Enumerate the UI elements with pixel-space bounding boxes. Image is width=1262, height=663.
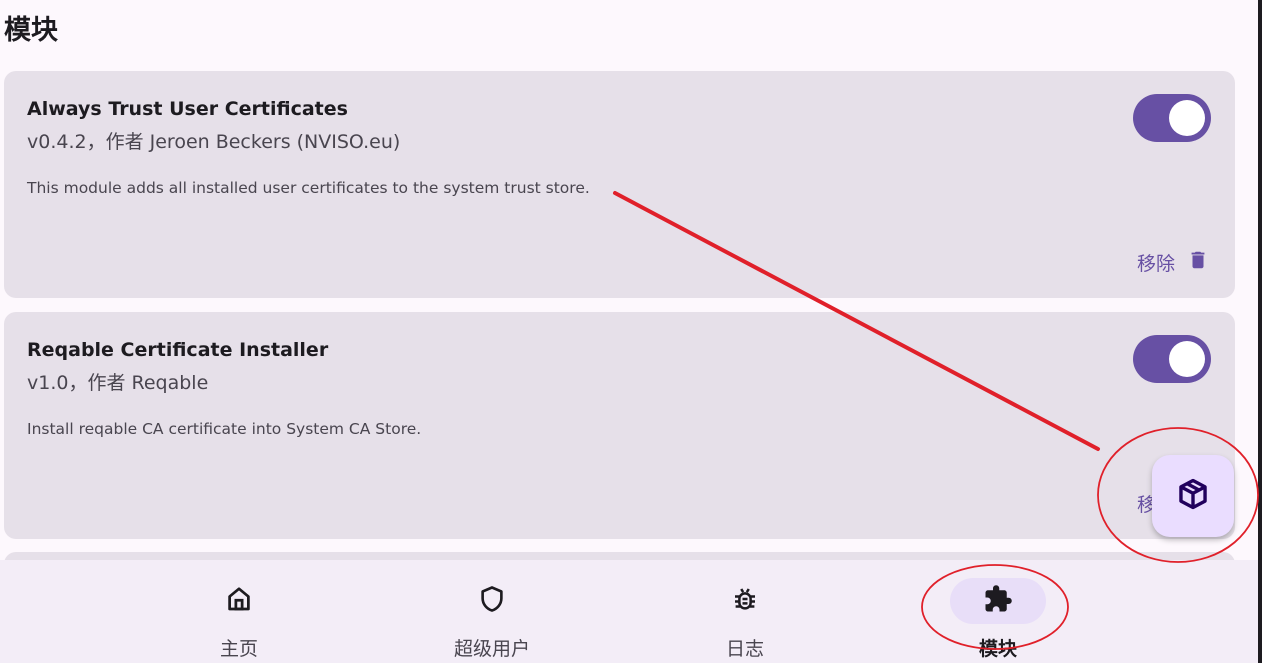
nav-icon-container	[950, 578, 1046, 624]
module-enable-toggle[interactable]	[1133, 94, 1211, 142]
remove-label: 移除	[1136, 253, 1175, 275]
module-description: Install reqable CA certificate into Syst…	[27, 420, 422, 438]
module-card: Reqable Certificate Installer v1.0，作者 Re…	[4, 312, 1235, 539]
module-name: Always Trust User Certificates	[27, 98, 348, 120]
trash-icon	[1187, 249, 1209, 276]
nav-icon-container	[444, 578, 540, 624]
module-meta: v1.0，作者 Reqable	[27, 372, 209, 394]
page-title: 模块	[4, 15, 58, 46]
nav-item-home[interactable]: 主页	[159, 560, 319, 663]
nav-label: 主页	[219, 638, 258, 660]
module-card: Always Trust User Certificates v0.4.2，作者…	[4, 71, 1235, 298]
puzzle-icon	[983, 584, 1013, 618]
nav-icon-container	[697, 578, 793, 624]
module-name: Reqable Certificate Installer	[27, 339, 329, 361]
module-description: This module adds all installed user cert…	[27, 179, 590, 197]
bug-icon	[730, 584, 760, 618]
install-module-fab[interactable]	[1152, 455, 1234, 537]
nav-label: 超级用户	[453, 638, 530, 660]
toggle-knob	[1169, 100, 1205, 136]
module-enable-toggle[interactable]	[1133, 335, 1211, 383]
cube-install-icon	[1176, 477, 1210, 515]
shield-icon	[477, 584, 507, 618]
nav-item-superuser[interactable]: 超级用户	[412, 560, 572, 663]
nav-icon-container	[191, 578, 287, 624]
nav-label: 模块	[978, 638, 1017, 660]
toggle-knob	[1169, 341, 1205, 377]
nav-label: 日志	[725, 638, 764, 660]
home-icon	[224, 584, 254, 618]
screen-edge	[1258, 0, 1262, 663]
nav-item-modules[interactable]: 模块	[918, 560, 1078, 663]
bottom-navigation: 主页 超级用户 日志 模块	[0, 560, 1258, 663]
remove-button[interactable]: 移除	[1137, 249, 1209, 276]
module-meta: v0.4.2，作者 Jeroen Beckers (NVISO.eu)	[27, 131, 401, 153]
nav-item-logs[interactable]: 日志	[665, 560, 825, 663]
